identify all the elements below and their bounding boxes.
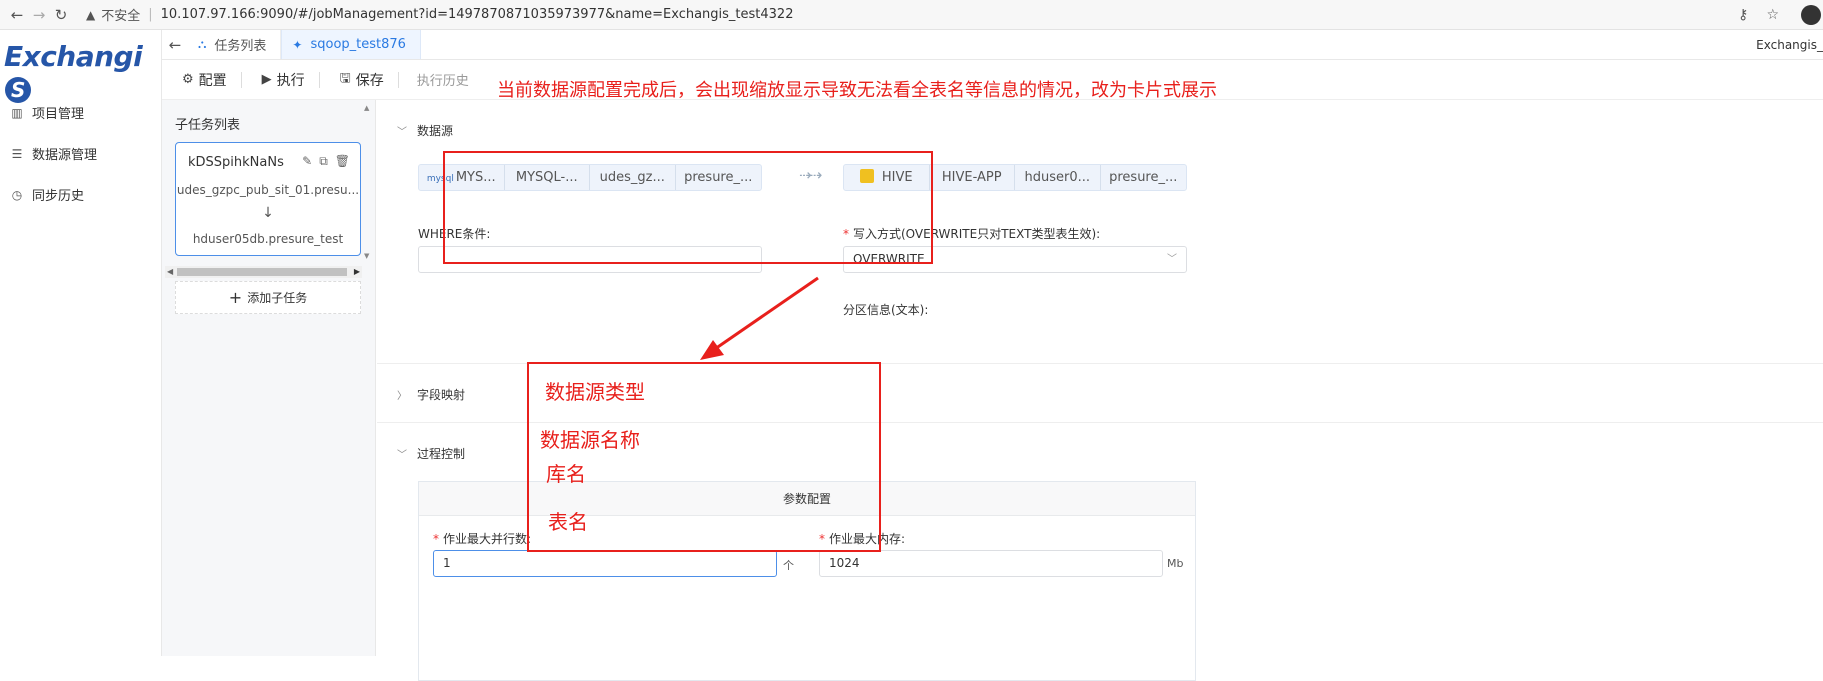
sitemap-icon: ⛬: [198, 37, 207, 51]
reload-icon[interactable]: ↻: [50, 6, 72, 24]
subtask-title: 子任务列表: [175, 118, 241, 133]
config-label: 配置: [198, 72, 227, 89]
annotation-highlight-box: [443, 151, 933, 264]
max-parallel-input[interactable]: 1: [433, 550, 777, 577]
section-title: 数据源: [417, 124, 454, 138]
annotation-note: 当前数据源配置完成后，会出现缩放显示导致无法看全表名等信息的情况，改为卡片式展示: [497, 80, 1217, 101]
target-name[interactable]: HIVE-APP: [930, 165, 1015, 190]
card-actions: ✎ ⧉ 🗑: [302, 154, 350, 169]
scrollbar-thumb[interactable]: [177, 268, 347, 276]
browser-toolbar: ← → ↻ ▲ 不安全 | 10.107.97.166:9090/#/jobMa…: [0, 0, 1823, 30]
add-subtask-button[interactable]: + 添加子任务: [175, 281, 361, 314]
gear-icon: ⚙: [182, 72, 194, 87]
scroll-up-icon[interactable]: ▲: [364, 104, 369, 112]
max-memory-unit: Mb: [1167, 557, 1184, 570]
profile-avatar-icon[interactable]: [1801, 5, 1821, 25]
tab-sqoop-test[interactable]: ✦ sqoop_test876: [281, 30, 421, 59]
scroll-down-icon[interactable]: ▼: [364, 252, 369, 260]
sidebar-item-label: 项目管理: [32, 107, 85, 122]
section-field-mapping[interactable]: 〉 字段映射: [397, 386, 465, 403]
section-title: 过程控制: [417, 447, 466, 461]
sidebar-item-datasource[interactable]: ☰ 数据源管理: [0, 133, 161, 174]
edit-icon[interactable]: ✎: [302, 154, 312, 169]
section-process-control[interactable]: ﹀ 过程控制: [397, 445, 465, 462]
save-label: 保存: [355, 72, 384, 89]
tab-label: sqoop_test876: [310, 37, 406, 52]
section-datasource[interactable]: ﹀ 数据源: [397, 122, 453, 139]
subtask-panel: 子任务列表 kDSSpihkNaNs ✎ ⧉ 🗑 udes_gzpc_pub_s…: [162, 100, 376, 656]
subtask-target: hduser05db.presure_test: [192, 232, 344, 246]
datasource-icon: ☰: [11, 146, 23, 161]
tabs-bar: ← ⛬ 任务列表 ✦ sqoop_test876 Exchangis_: [162, 30, 1823, 60]
back-arrow-icon[interactable]: ←: [162, 30, 188, 59]
run-label: 执行: [276, 72, 305, 89]
section-title: 字段映射: [417, 388, 466, 402]
sidebar-item-label: 同步历史: [32, 189, 85, 204]
add-subtask-label: 添加子任务: [247, 291, 308, 305]
bookmark-star-icon[interactable]: ☆: [1766, 7, 1779, 23]
side-menu: ▥ 项目管理 ☰ 数据源管理 ◷ 同步历史: [0, 92, 161, 215]
subtask-source: udes_gzpc_pub_sit_01.presu...: [176, 183, 360, 197]
tab-task-list[interactable]: ⛬ 任务列表: [188, 30, 282, 59]
scroll-left-icon[interactable]: ◀: [167, 267, 173, 276]
tab-label: 任务列表: [214, 39, 267, 54]
warning-icon: ▲: [86, 7, 96, 22]
annotation-line-db: 库名: [546, 462, 586, 486]
target-database[interactable]: hduser0...: [1015, 165, 1101, 190]
address-bar[interactable]: ▲ 不安全 | 10.107.97.166:9090/#/jobManageme…: [86, 3, 793, 27]
delete-icon[interactable]: 🗑: [335, 154, 350, 169]
chevron-right-icon: 〉: [397, 391, 407, 402]
chevron-down-icon: ﹀: [1167, 254, 1177, 265]
annotation-line-table: 表名: [548, 510, 588, 534]
sidebar-item-history[interactable]: ◷ 同步历史: [0, 174, 161, 215]
annotation-line-type: 数据源类型: [545, 380, 645, 404]
project-icon: ▥: [11, 105, 23, 120]
save-button[interactable]: 🖫 保存: [320, 69, 398, 91]
run-button[interactable]: ▶ 执行: [242, 70, 319, 90]
sidebar-item-project[interactable]: ▥ 项目管理: [0, 92, 161, 133]
max-parallel-unit: 个: [783, 559, 794, 572]
execution-history-button[interactable]: 执行历史: [399, 70, 469, 89]
plus-icon: +: [228, 288, 243, 307]
play-icon: ▶: [261, 72, 272, 87]
subtask-card[interactable]: kDSSpihkNaNs ✎ ⧉ 🗑 udes_gzpc_pub_sit_01.…: [175, 142, 361, 256]
address-divider: |: [148, 7, 153, 22]
security-label: 不安全: [101, 9, 141, 24]
sidebar-item-label: 数据源管理: [32, 148, 98, 163]
history-icon: ◷: [11, 187, 23, 202]
sqoop-icon: ✦: [292, 37, 303, 52]
partition-label: 分区信息(文本):: [843, 303, 929, 317]
down-arrow-icon: ↓: [262, 205, 274, 221]
scroll-right-icon[interactable]: ▶: [354, 267, 360, 276]
copy-icon[interactable]: ⧉: [319, 154, 328, 169]
chevron-down-icon: ﹀: [397, 127, 407, 138]
horizontal-scrollbar[interactable]: ◀ ▶: [165, 266, 362, 278]
forward-icon[interactable]: →: [28, 6, 50, 24]
user-name[interactable]: Exchangis_: [1756, 30, 1823, 60]
annotation-line-name: 数据源名称: [540, 428, 640, 452]
password-key-icon[interactable]: ⚷: [1738, 7, 1748, 23]
url-text[interactable]: 10.107.97.166:9090/#/jobManagement?id=14…: [161, 7, 794, 22]
max-memory-input[interactable]: 1024: [819, 550, 1163, 577]
chevron-down-icon: ﹀: [397, 450, 407, 461]
back-icon[interactable]: ←: [6, 6, 28, 24]
max-parallel-label: * 作业最大并行数:: [433, 532, 532, 546]
app-sidebar: ExchangiS ▥ 项目管理 ☰ 数据源管理 ◷ 同步历史: [0, 30, 162, 656]
save-icon: 🖫: [339, 70, 351, 86]
config-button[interactable]: ⚙ 配置: [162, 70, 241, 90]
vertical-scrollbar[interactable]: ▲ ▼: [362, 100, 374, 266]
subtask-name: kDSSpihkNaNs: [188, 155, 284, 170]
target-table[interactable]: presure_...: [1101, 165, 1187, 190]
